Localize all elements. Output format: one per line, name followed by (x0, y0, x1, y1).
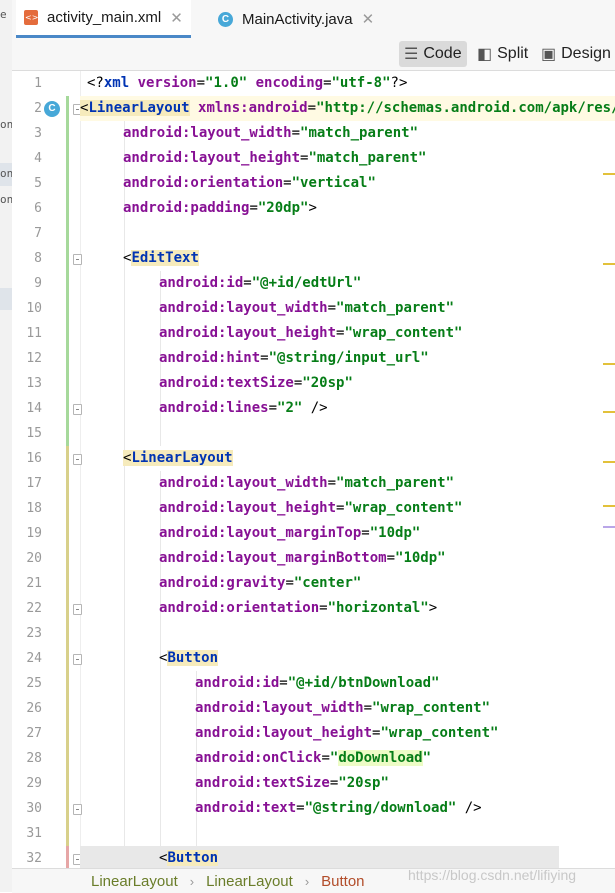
modified-lines-change-bar[interactable] (66, 846, 69, 868)
code-line: android:layout_width="wrap_content" (195, 700, 491, 716)
line-number: 29 (26, 776, 42, 791)
design-mode-button[interactable]: ▣ Design (536, 41, 615, 67)
xml-file-icon (24, 10, 38, 25)
code-line: android:layout_height="wrap_content" (159, 500, 463, 516)
line-number: 8 (34, 251, 42, 266)
line-number: 15 (26, 426, 42, 441)
code-line: android:layout_height="wrap_content" (159, 325, 463, 341)
split-view-icon: ◧ (477, 46, 493, 63)
code-line: <?xml version="1.0" encoding="utf-8"?> (87, 75, 408, 91)
warning-marker[interactable] (603, 363, 615, 365)
code-line: android:layout_width="match_parent" (159, 300, 455, 316)
close-icon[interactable]: ✕ (170, 9, 183, 27)
warning-marker[interactable] (603, 505, 615, 507)
mode-label: Code (423, 45, 462, 62)
java-class-icon: C (218, 11, 233, 27)
line-number: 11 (26, 326, 42, 341)
code-line: android:gravity="center" (159, 575, 362, 591)
tab-label: activity_main.xml (47, 9, 162, 26)
line-number: 20 (26, 551, 42, 566)
info-marker[interactable] (603, 526, 615, 528)
line-number: 6 (34, 201, 42, 216)
code-line: android:id="@+id/btnDownload" (195, 675, 440, 691)
line-number: 24 (26, 651, 42, 666)
line-number: 28 (26, 751, 42, 766)
code-line: android:onClick="doDownload" (195, 750, 432, 766)
code-line: <EditText (123, 250, 199, 266)
code-line: <LinearLayout xmlns:android="http://sche… (80, 100, 615, 116)
line-number: 13 (26, 376, 42, 391)
close-icon[interactable]: ✕ (362, 10, 375, 28)
warning-marker[interactable] (603, 173, 615, 175)
line-number: 14 (26, 401, 42, 416)
line-number: 30 (26, 801, 42, 816)
tab-activity-main-xml[interactable]: activity_main.xml ✕ (16, 0, 191, 38)
line-number: 27 (26, 726, 42, 741)
added-lines-change-bar[interactable] (66, 96, 69, 446)
line-number: 22 (26, 601, 42, 616)
breadcrumb-item[interactable]: Button (321, 873, 364, 890)
mode-label: Split (497, 45, 529, 62)
breadcrumb-item[interactable]: LinearLayout (206, 873, 293, 890)
line-number: 19 (26, 526, 42, 541)
code-line: android:layout_height="wrap_content" (195, 725, 499, 741)
line-number: 2 (34, 101, 42, 116)
line-number: 3 (34, 126, 42, 141)
panel-text-fragment: e (0, 8, 7, 21)
code-line: <LinearLayout (123, 450, 233, 466)
code-line: android:padding="20dp"> (123, 200, 317, 216)
editor-tab-bar: activity_main.xml ✕ C MainActivity.java … (12, 0, 615, 39)
chevron-right-icon: › (189, 873, 195, 889)
modified-lines-change-bar[interactable] (66, 446, 69, 846)
code-line: <Button (159, 650, 219, 666)
code-line: android:id="@+id/edtUrl" (159, 275, 362, 291)
warning-marker[interactable] (603, 263, 615, 265)
line-number: 12 (26, 351, 42, 366)
split-mode-button[interactable]: ◧ Split (472, 41, 533, 67)
line-number: 9 (34, 276, 42, 291)
line-number: 18 (26, 501, 42, 516)
line-number: 17 (26, 476, 42, 491)
code-line: android:orientation="horizontal"> (159, 600, 438, 616)
code-lines-icon: ☰ (404, 46, 419, 63)
code-line: android:textSize="20sp" (159, 375, 353, 391)
line-number: 10 (26, 301, 42, 316)
code-line: android:layout_marginBottom="10dp" (159, 550, 446, 566)
code-line: android:textSize="20sp" (195, 775, 389, 791)
watermark: https://blog.csdn.net/lifiying (408, 867, 577, 883)
code-line: android:text="@string/download" /> (195, 800, 482, 816)
line-number: 5 (34, 176, 42, 191)
line-number: 4 (34, 151, 42, 166)
code-line: android:hint="@string/input_url" (159, 350, 429, 366)
code-line: <Button (80, 846, 559, 868)
line-number: 1 (34, 76, 42, 91)
warning-marker[interactable] (603, 461, 615, 463)
line-number: 31 (26, 826, 42, 841)
warning-marker[interactable] (603, 411, 615, 413)
tab-mainactivity-java[interactable]: C MainActivity.java ✕ (212, 0, 380, 38)
code-mode-button[interactable]: ☰ Code (399, 41, 467, 67)
line-number: 7 (34, 226, 42, 241)
line-number: 21 (26, 576, 42, 591)
panel-selected-row[interactable] (0, 288, 12, 310)
chevron-right-icon: › (304, 873, 310, 889)
mode-label: Design (561, 45, 611, 62)
xml-code-editor[interactable]: <?xml version="1.0" encoding="utf-8"?> <… (80, 71, 615, 868)
code-line: android:lines="2" /> (159, 400, 328, 416)
line-number: 26 (26, 701, 42, 716)
line-number: 16 (26, 451, 42, 466)
code-line: android:layout_height="match_parent" (123, 150, 427, 166)
line-number: 25 (26, 676, 42, 691)
code-line: android:layout_width="match_parent" (123, 125, 419, 141)
breadcrumb-item[interactable]: LinearLayout (91, 873, 178, 890)
code-line: android:layout_width="match_parent" (159, 475, 455, 491)
image-icon: ▣ (541, 46, 557, 63)
editor-view-mode-bar: ☰ Code ◧ Split ▣ Design (12, 38, 615, 71)
code-line: android:orientation="vertical" (123, 175, 376, 191)
code-line: android:layout_marginTop="10dp" (159, 525, 421, 541)
indent-guide (124, 121, 125, 868)
class-badge-icon[interactable]: C (44, 101, 60, 117)
tab-label: MainActivity.java (242, 10, 353, 28)
line-number: 23 (26, 626, 42, 641)
